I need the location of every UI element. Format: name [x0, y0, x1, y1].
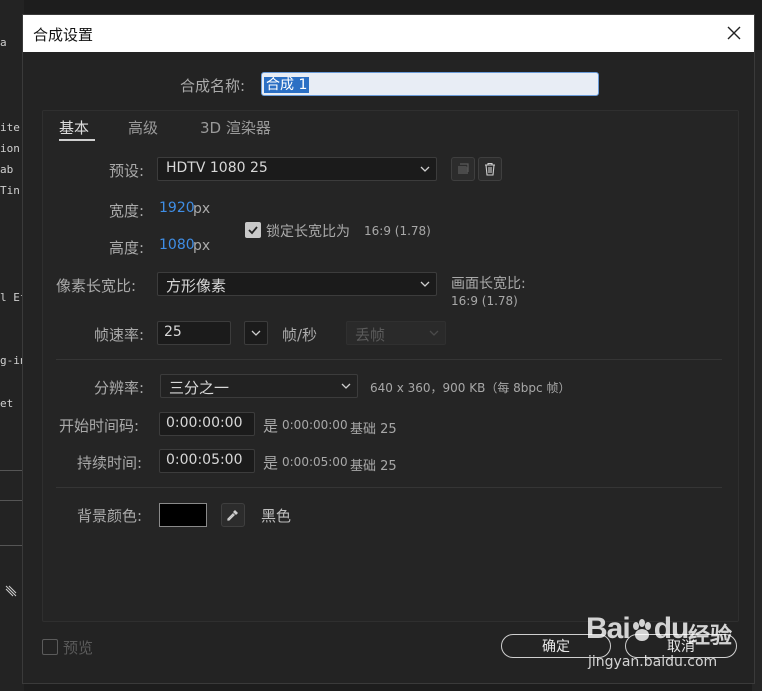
resolution-label: 分辨率:: [94, 379, 145, 397]
chevron-down-icon: [251, 330, 261, 336]
duration-is-label: 是: [263, 454, 279, 472]
width-unit: px: [193, 201, 211, 217]
start-is-value: 0:00:00:00: [282, 418, 348, 432]
background-color-swatch[interactable]: [159, 503, 207, 527]
chevron-down-icon: [420, 166, 430, 172]
bg-fragment: et: [0, 397, 14, 410]
active-tab-indicator: [59, 139, 95, 141]
save-preset-button[interactable]: [451, 157, 475, 181]
bg-divider: [0, 545, 24, 546]
checkmark-icon: [248, 226, 258, 235]
watermark-brand: Bai du: [586, 612, 689, 645]
settings-panel: [42, 110, 739, 622]
comp-name-input[interactable]: 合成 1: [261, 72, 599, 96]
bg-fragment: Tin: [0, 184, 20, 197]
section-divider: [56, 359, 722, 360]
frame-aspect-label: 画面长宽比:: [451, 276, 526, 292]
preset-select[interactable]: HDTV 1080 25: [157, 157, 437, 181]
frame-aspect-value: 16:9 (1.78): [451, 294, 518, 308]
save-preset-icon: [458, 163, 469, 174]
eyedropper-icon: [227, 510, 238, 521]
width-value[interactable]: 1920: [159, 200, 195, 216]
close-button[interactable]: [722, 21, 746, 45]
start-timecode-input[interactable]: 0:00:00:00: [159, 412, 255, 436]
preset-value: HDTV 1080 25: [166, 160, 268, 176]
chevron-down-icon: [420, 281, 430, 287]
title-bar: 合成设置: [23, 15, 754, 52]
lock-aspect-label: 锁定长宽比为: [266, 224, 350, 240]
pixel-aspect-value: 方形像素: [166, 277, 227, 295]
frame-rate-unit: 帧/秒: [282, 326, 318, 344]
height-label: 高度:: [109, 239, 145, 257]
comp-name-label: 合成名称:: [180, 77, 246, 95]
lock-aspect-checkbox[interactable]: [245, 222, 261, 238]
bg-resize-icon: [4, 584, 18, 598]
start-is-label: 是: [263, 417, 279, 435]
start-timecode-value: 0:00:00:00: [166, 415, 243, 431]
baidu-watermark: Bai du 经验 jingyan.baidu.com: [560, 598, 750, 678]
frame-rate-input[interactable]: 25: [157, 321, 231, 345]
tab-basic[interactable]: 基本: [59, 117, 89, 138]
preview-checkbox[interactable]: [42, 639, 58, 655]
resolution-select[interactable]: 三分之一: [160, 374, 358, 398]
trash-icon: [485, 162, 495, 176]
start-timecode-label: 开始时间码:: [59, 417, 140, 435]
duration-label: 持续时间:: [77, 454, 143, 472]
resolution-info: 640 x 360，900 KB（每 8bpc 帧）: [370, 381, 571, 395]
bg-fragment: a: [0, 36, 7, 49]
duration-value: 0:00:05:00: [166, 452, 243, 468]
drop-frame-value: 丢帧: [355, 326, 386, 344]
bg-divider: [0, 470, 24, 471]
duration-is-value: 0:00:05:00: [282, 455, 348, 469]
background-color-name: 黑色: [261, 507, 292, 525]
bg-fragment: g-in: [0, 354, 24, 367]
paw-icon: [630, 616, 654, 642]
preset-label: 预设:: [109, 162, 145, 180]
delete-preset-button[interactable]: [478, 157, 502, 181]
resolution-value: 三分之一: [169, 379, 230, 397]
pixel-aspect-select[interactable]: 方形像素: [157, 272, 437, 296]
composition-settings-dialog: 合成设置 合成名称: 合成 1 基本 高级 3D 渲染器 预设: HDTV 10…: [22, 14, 755, 684]
height-unit: px: [193, 238, 211, 254]
comp-name-value: 合成 1: [264, 77, 310, 93]
bg-divider: [0, 500, 24, 501]
frame-rate-dropdown[interactable]: [244, 321, 268, 345]
height-value[interactable]: 1080: [159, 237, 195, 253]
pixel-aspect-label: 像素长宽比:: [56, 277, 137, 295]
tab-advanced[interactable]: 高级: [128, 117, 158, 138]
eyedropper-button[interactable]: [221, 503, 245, 527]
duration-input[interactable]: 0:00:05:00: [159, 449, 255, 473]
bg-fragment: ion: [0, 142, 20, 155]
watermark-url: jingyan.baidu.com: [588, 654, 718, 670]
width-label: 宽度:: [109, 202, 145, 220]
background-app-panel: a ite ion ab Tin l Ef g-in et: [0, 0, 24, 691]
section-divider: [56, 487, 722, 488]
drop-frame-select: 丢帧: [346, 321, 446, 345]
lock-aspect-ratio: 16:9 (1.78): [364, 224, 431, 238]
chevron-down-icon: [429, 330, 439, 336]
frame-rate-label: 帧速率:: [94, 326, 145, 344]
duration-base: 基础 25: [350, 459, 397, 474]
watermark-cn: 经验: [688, 624, 733, 649]
start-base: 基础 25: [350, 422, 397, 437]
bg-fragment: ite: [0, 121, 20, 134]
chevron-down-icon: [341, 383, 351, 389]
dialog-title: 合成设置: [33, 26, 94, 44]
preview-label: 预览: [63, 639, 94, 657]
background-color-label: 背景颜色:: [77, 507, 143, 525]
tab-3d-renderer[interactable]: 3D 渲染器: [200, 117, 271, 138]
close-icon: [727, 26, 741, 40]
bg-fragment: l Ef: [0, 291, 24, 304]
frame-rate-value: 25: [164, 324, 182, 340]
bg-fragment: ab: [0, 163, 14, 176]
